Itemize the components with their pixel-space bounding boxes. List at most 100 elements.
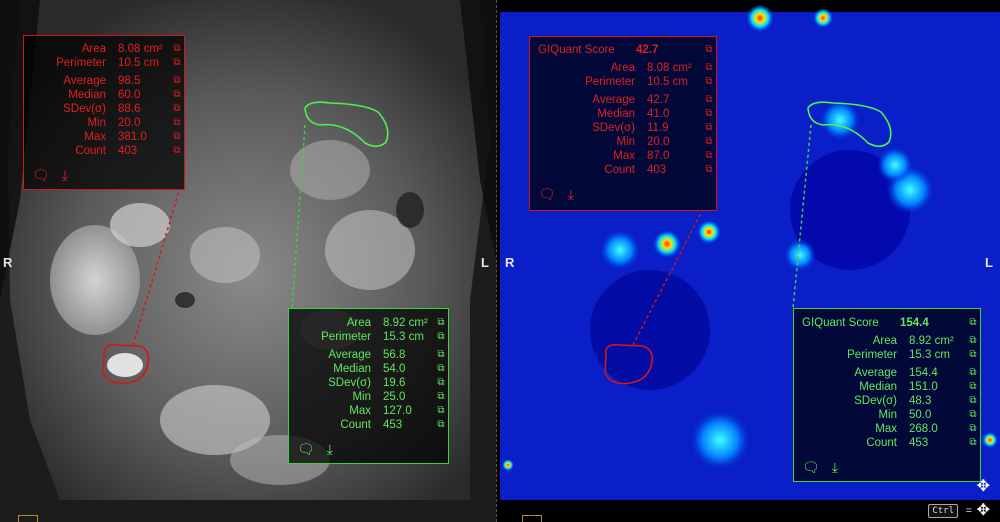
- stat-label: Perimeter: [321, 331, 371, 343]
- comment-icon[interactable]: 🗨: [32, 168, 50, 182]
- stat-label: SDev(σ): [328, 377, 371, 389]
- roi-red-stats-panel[interactable]: Area 8.08 cm² ⧉ Perimeter 10.5 cm ⧉ Average 9…: [23, 35, 185, 190]
- copy-icon[interactable]: ⧉: [702, 121, 716, 135]
- copy-icon[interactable]: ⧉: [170, 116, 184, 130]
- stat-value: 453: [383, 419, 403, 431]
- roi-red-giquant-panel[interactable]: GIQuant Score 42.7 ⧉ Area 8.08 cm² ⧉ Perimet…: [529, 36, 717, 211]
- mri-viewport-grayscale[interactable]: R L Area 8.08 cm² ⧉ Perimeter 10.5 cm ⧉ Aver…: [0, 0, 496, 522]
- stat-value: 48.3: [909, 395, 932, 407]
- stat-row-max: Max 268.0 ⧉: [794, 422, 980, 436]
- stat-row-count: Count 453 ⧉: [289, 418, 448, 432]
- copy-icon[interactable]: ⧉: [170, 130, 184, 144]
- orientation-right-label: R: [505, 255, 515, 270]
- stat-row-perimeter: Perimeter 10.5 cm ⧉: [530, 75, 716, 89]
- copy-icon[interactable]: ⧉: [434, 330, 448, 344]
- copy-icon[interactable]: ⧉: [170, 42, 184, 56]
- copy-icon[interactable]: ⧉: [170, 56, 184, 70]
- stat-label: Max: [613, 150, 635, 162]
- stat-row-sdev: SDev(σ) 48.3 ⧉: [794, 394, 980, 408]
- stat-label: Count: [866, 437, 897, 449]
- copy-icon[interactable]: ⧉: [966, 394, 980, 408]
- equals-label: =: [965, 505, 972, 517]
- comment-icon[interactable]: 🗨: [538, 187, 556, 201]
- download-icon[interactable]: ⤓: [62, 168, 68, 182]
- copy-icon[interactable]: ⧉: [966, 408, 980, 422]
- copy-icon[interactable]: ⧉: [702, 163, 716, 177]
- copy-icon[interactable]: ⧉: [434, 348, 448, 362]
- copy-icon[interactable]: ⧉: [702, 107, 716, 121]
- stat-row-average: Average 56.8 ⧉: [289, 348, 448, 362]
- stat-value: 54.0: [383, 363, 406, 375]
- stat-row-perimeter: Perimeter 15.3 cm ⧉: [794, 348, 980, 362]
- giquant-score-row: GIQuant Score 42.7 ⧉: [530, 43, 716, 57]
- stat-value: 8.92 cm²: [383, 317, 428, 329]
- stat-row-max: Max 127.0 ⧉: [289, 404, 448, 418]
- stat-label: Perimeter: [56, 57, 106, 69]
- stat-row-median: Median 54.0 ⧉: [289, 362, 448, 376]
- stat-value: 127.0: [383, 405, 412, 417]
- stat-label: Area: [346, 317, 371, 329]
- copy-icon[interactable]: ⧉: [170, 88, 184, 102]
- copy-icon[interactable]: ⧉: [702, 149, 716, 163]
- copy-icon[interactable]: ⧉: [434, 390, 448, 404]
- stat-row-median: Median 151.0 ⧉: [794, 380, 980, 394]
- stat-label: Max: [84, 131, 106, 143]
- copy-icon[interactable]: ⧉: [170, 144, 184, 158]
- copy-icon[interactable]: ⧉: [170, 102, 184, 116]
- stat-label: Min: [878, 409, 897, 421]
- stat-value: 50.0: [909, 409, 932, 421]
- copy-icon[interactable]: ⧉: [434, 376, 448, 390]
- giquant-score-label: GIQuant Score: [538, 44, 615, 56]
- stat-label: Average: [328, 349, 371, 361]
- stat-label: Count: [604, 164, 635, 176]
- download-icon[interactable]: ⤓: [568, 187, 574, 201]
- stat-value: 11.9: [647, 122, 669, 134]
- copy-icon[interactable]: ⧉: [434, 316, 448, 330]
- stat-value: 403: [647, 164, 667, 176]
- copy-icon[interactable]: ⧉: [966, 316, 980, 330]
- copy-icon[interactable]: ⧉: [966, 334, 980, 348]
- copy-icon[interactable]: ⧉: [702, 135, 716, 149]
- copy-icon[interactable]: ⧉: [966, 366, 980, 380]
- stat-label: Max: [875, 423, 897, 435]
- stat-value: 20.0: [118, 117, 141, 129]
- copy-icon[interactable]: ⧉: [434, 418, 448, 432]
- copy-icon[interactable]: ⧉: [170, 74, 184, 88]
- giquant-score-value: 154.4: [900, 317, 929, 329]
- stat-label: Area: [610, 62, 635, 74]
- move-icon[interactable]: ✥: [977, 476, 990, 496]
- roi-green-giquant-panel[interactable]: GIQuant Score 154.4 ⧉ Area 8.92 cm² ⧉ Perime…: [793, 308, 981, 482]
- orientation-left-label: L: [481, 255, 489, 270]
- roi-green-stats-panel[interactable]: Area 8.92 cm² ⧉ Perimeter 15.3 cm ⧉ Average 5…: [288, 308, 449, 464]
- copy-icon[interactable]: ⧉: [702, 93, 716, 107]
- stat-row-min: Min 50.0 ⧉: [794, 408, 980, 422]
- giquant-heatmap-viewport[interactable]: R L GIQuant Score 42.7 ⧉ Area 8.08 cm² ⧉ Per…: [500, 0, 1000, 522]
- copy-icon[interactable]: ⧉: [966, 348, 980, 362]
- copy-icon[interactable]: ⧉: [434, 362, 448, 376]
- download-icon[interactable]: ⤓: [327, 442, 333, 456]
- move-icon[interactable]: ✥: [977, 500, 990, 520]
- stat-row-average: Average 98.5 ⧉: [24, 74, 184, 88]
- stat-value: 10.5 cm: [647, 76, 688, 88]
- download-icon[interactable]: ⤓: [832, 460, 838, 474]
- copy-icon[interactable]: ⧉: [966, 436, 980, 450]
- stat-label: Average: [854, 367, 897, 379]
- ctrl-key-badge: Ctrl: [928, 504, 958, 518]
- stat-row-sdev: SDev(σ) 19.6 ⧉: [289, 376, 448, 390]
- comment-icon[interactable]: 🗨: [802, 460, 820, 474]
- copy-icon[interactable]: ⧉: [434, 404, 448, 418]
- stat-row-median: Median 41.0 ⧉: [530, 107, 716, 121]
- stat-value: 25.0: [383, 391, 406, 403]
- giquant-score-label: GIQuant Score: [802, 317, 879, 329]
- stat-value: 10.5 cm: [118, 57, 159, 69]
- giquant-score-row: GIQuant Score 154.4 ⧉: [794, 316, 980, 330]
- comment-icon[interactable]: 🗨: [297, 442, 315, 456]
- copy-icon[interactable]: ⧉: [702, 75, 716, 89]
- copy-icon[interactable]: ⧉: [966, 380, 980, 394]
- stat-row-min: Min 25.0 ⧉: [289, 390, 448, 404]
- copy-icon[interactable]: ⧉: [702, 43, 716, 57]
- copy-icon[interactable]: ⧉: [702, 61, 716, 75]
- copy-icon[interactable]: ⧉: [966, 422, 980, 436]
- stat-label: Median: [68, 89, 106, 101]
- stat-value: 8.92 cm²: [909, 335, 954, 347]
